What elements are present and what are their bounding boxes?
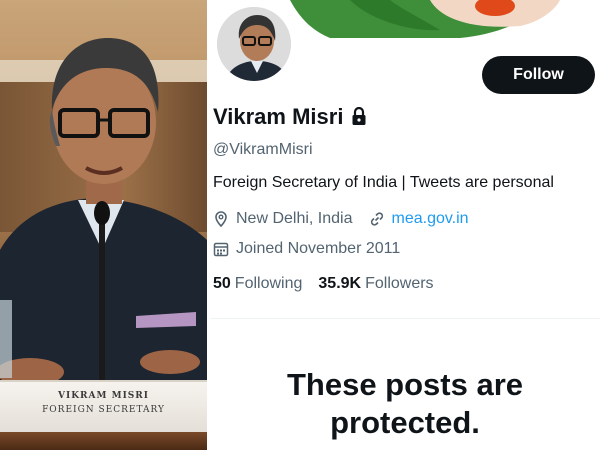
protected-posts-message: These posts are protected. — [286, 367, 524, 440]
display-name-row: Vikram Misri — [213, 103, 367, 131]
followers-count: 35.9K — [318, 275, 362, 292]
profile-bio: Foreign Secretary of India | Tweets are … — [213, 174, 554, 191]
nameplate-name: VIKRAM MISRI — [58, 391, 149, 401]
display-name: Vikram Misri — [213, 104, 344, 129]
following-stat[interactable]: 50 Following — [213, 275, 302, 293]
press-conference-photo: VIKRAM MISRI FOREIGN SECRETARY — [0, 0, 207, 450]
desk — [0, 432, 207, 450]
follow-button[interactable]: Follow — [482, 56, 595, 94]
location-icon — [215, 211, 227, 227]
followers-label: Followers — [365, 275, 434, 292]
profile-banner[interactable] — [290, 0, 600, 40]
profile-location: New Delhi, India — [236, 210, 353, 227]
lock-icon — [352, 107, 366, 125]
followers-stat[interactable]: 35.9K Followers — [318, 275, 433, 293]
profile-website-link[interactable]: mea.gov.in — [392, 210, 469, 228]
calendar-icon — [213, 242, 229, 257]
profile-meta-joined: Joined November 2011 — [213, 239, 400, 259]
profile-avatar[interactable] — [214, 4, 294, 84]
profile-handle: @VikramMisri — [213, 141, 313, 158]
avatar-image — [217, 7, 291, 81]
link-icon — [370, 212, 383, 226]
following-count: 50 — [213, 275, 231, 292]
following-label: Following — [234, 275, 303, 292]
profile-meta-location-website: New Delhi, India mea.gov.in — [213, 209, 469, 229]
profile-stats: 50 Following 35.9K Followers — [213, 275, 450, 293]
section-divider — [210, 318, 600, 319]
nameplate-title: FOREIGN SECRETARY — [42, 405, 165, 415]
profile-joined-date: Joined November 2011 — [236, 240, 401, 257]
twitter-profile: Follow Vikram Misri @VikramMisri Foreign… — [210, 0, 600, 450]
speaker-nameplate: VIKRAM MISRI FOREIGN SECRETARY — [0, 380, 207, 432]
